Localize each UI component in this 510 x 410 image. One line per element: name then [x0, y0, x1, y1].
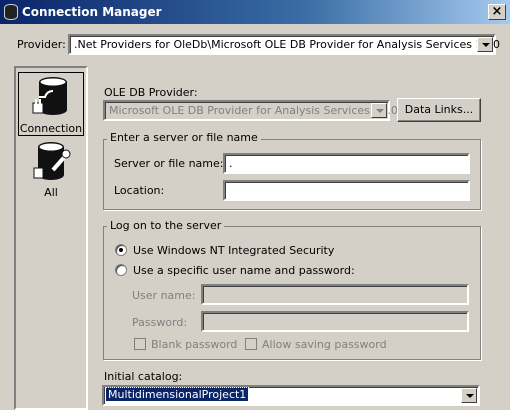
provider-combo[interactable]: .Net Providers for OleDb\Microsoft OLE D…: [68, 34, 500, 55]
server-group-title: Enter a server or file name: [107, 131, 261, 144]
provider-label: Provider:: [17, 38, 66, 51]
initial-catalog-value: MultidimensionalProject1: [104, 387, 250, 402]
oledb-provider-value: Microsoft OLE DB Provider for Analysis S…: [109, 104, 398, 117]
provider-value: .Net Providers for OleDb\Microsoft OLE D…: [74, 38, 500, 51]
oledb-provider-combo[interactable]: Microsoft OLE DB Provider for Analysis S…: [103, 100, 398, 121]
allow-saving-password-label: Allow saving password: [262, 338, 387, 351]
username-input[interactable]: [201, 284, 469, 305]
logon-group-title: Log on to the server: [107, 219, 225, 232]
title-bar: Connection Manager ×: [0, 0, 510, 24]
server-label: Server or file name:: [114, 157, 224, 170]
blank-password-checkbox[interactable]: [134, 338, 146, 350]
password-label: Password:: [132, 316, 188, 329]
data-links-button[interactable]: Data Links...: [397, 98, 481, 122]
specific-credentials-radio[interactable]: [115, 264, 127, 276]
database-icon: [4, 4, 18, 20]
integrated-security-label: Use Windows NT Integrated Security: [133, 244, 335, 257]
server-input-value: .: [229, 157, 233, 170]
navigation-panel: Connection All: [14, 66, 88, 410]
database-wrench-icon: [33, 142, 71, 180]
chevron-down-icon[interactable]: [371, 103, 387, 118]
nav-label-all: All: [44, 186, 58, 199]
nav-label-connection: Connection: [19, 122, 83, 135]
allow-saving-password-checkbox[interactable]: [245, 338, 257, 350]
oledb-provider-label: OLE DB Provider:: [104, 86, 198, 99]
username-label: User name:: [132, 289, 196, 302]
initial-catalog-label: Initial catalog:: [104, 370, 183, 383]
nav-item-connection[interactable]: Connection: [18, 72, 84, 136]
specific-credentials-label: Use a specific user name and password:: [133, 264, 355, 277]
chevron-down-icon[interactable]: [477, 37, 493, 52]
close-button[interactable]: ×: [488, 4, 506, 20]
initial-catalog-combo[interactable]: MultidimensionalProject1: [102, 385, 480, 406]
chevron-down-icon[interactable]: [461, 388, 477, 403]
database-plug-icon: [32, 77, 67, 115]
server-input[interactable]: .: [223, 153, 470, 174]
nav-item-all[interactable]: All: [18, 140, 84, 202]
location-label: Location:: [114, 184, 165, 197]
password-input[interactable]: [201, 311, 469, 332]
blank-password-label: Blank password: [151, 338, 238, 351]
integrated-security-radio[interactable]: [115, 244, 127, 256]
window-title: Connection Manager: [22, 5, 162, 19]
location-input[interactable]: [223, 180, 470, 201]
